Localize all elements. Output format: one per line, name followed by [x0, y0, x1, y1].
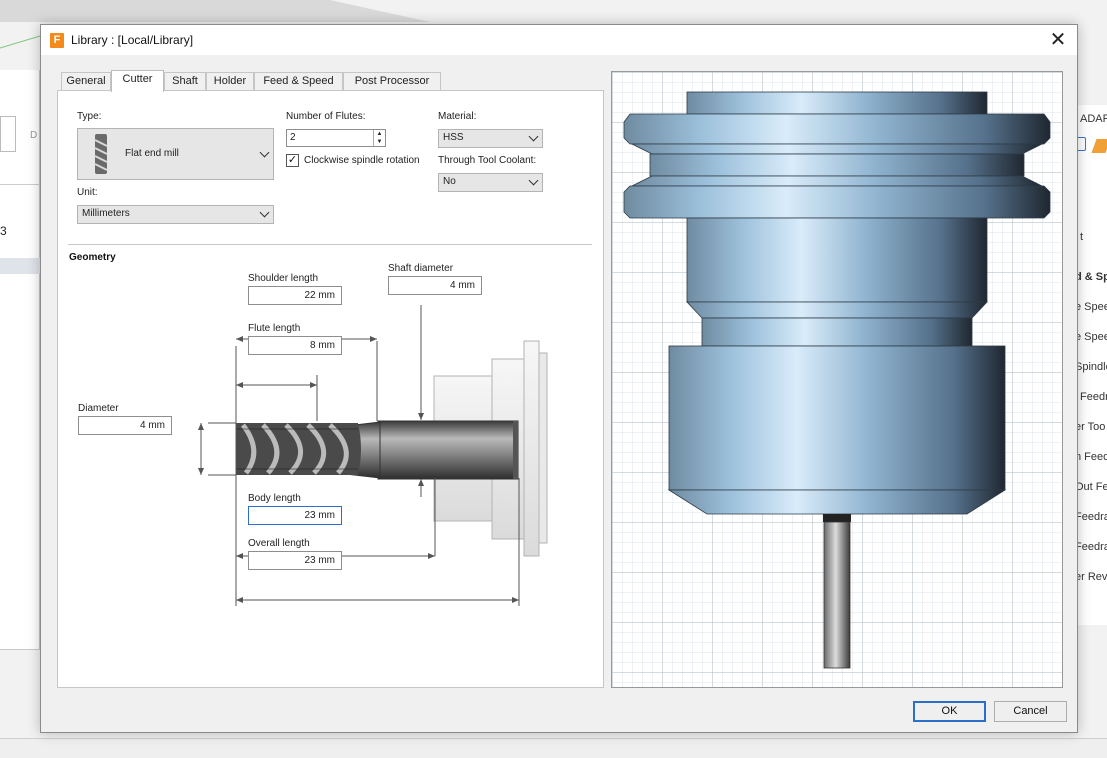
overall-length-field[interactable]: 23 mm — [248, 551, 342, 570]
background-input — [0, 116, 16, 152]
chevron-down-icon — [528, 175, 539, 186]
spin-down-icon[interactable]: ▼ — [374, 138, 385, 146]
background-right-item: ADAPTI — [1080, 113, 1107, 125]
tab-post-processor[interactable]: Post Processor — [343, 72, 441, 91]
diameter-label: Diameter — [78, 403, 119, 414]
section-divider — [68, 244, 592, 245]
cutter-model — [823, 521, 851, 669]
chevron-down-icon — [528, 131, 539, 142]
preview-canvas — [612, 72, 1062, 687]
background-right-item: n Feed — [1078, 451, 1107, 463]
background-right-panel: ADAPTI t d & Sp e Spee e Spee Spindle Fe… — [1077, 105, 1107, 625]
background-folder-icon — [1091, 139, 1107, 153]
clockwise-checkbox[interactable]: ✓ — [286, 154, 299, 167]
tool-holder-model — [623, 91, 1051, 515]
close-icon[interactable]: ✕ — [1045, 29, 1071, 51]
type-label: Type: — [77, 111, 102, 122]
material-label: Material: — [438, 111, 477, 122]
unit-select[interactable]: Millimeters — [77, 205, 274, 224]
flute-length-label: Flute length — [248, 323, 301, 334]
background-selected-row — [0, 258, 40, 274]
cutter-panel: Type: Flat end mill Unit: Millimeters Nu… — [57, 90, 604, 688]
flutes-value: 2 — [290, 132, 296, 143]
tab-cutter[interactable]: Cutter — [111, 70, 164, 92]
tool-flutes — [236, 423, 361, 475]
flutes-stepper[interactable]: 2 ▲ ▼ — [286, 129, 386, 147]
background-right-item: er Rev — [1077, 571, 1107, 583]
chevron-down-icon — [259, 147, 270, 158]
coolant-select-value: No — [443, 176, 456, 187]
type-select-value: Flat end mill — [125, 148, 179, 159]
ok-button[interactable]: OK — [913, 701, 986, 722]
background-right-item: er Too — [1077, 421, 1106, 433]
background-left-number: 3 — [0, 224, 7, 238]
background-right-item: Feedra — [1078, 541, 1107, 553]
shoulder-length-label: Shoulder length — [248, 273, 319, 284]
tool-shank — [377, 420, 519, 480]
tool-3d-preview[interactable] — [611, 71, 1063, 688]
chevron-down-icon — [259, 207, 270, 218]
shaft-diameter-label: Shaft diameter — [388, 263, 454, 274]
background-right-item: e Spee — [1078, 331, 1107, 343]
background-right-item: Spindle — [1078, 361, 1107, 373]
coolant-label: Through Tool Coolant: — [438, 155, 537, 166]
flat-end-mill-icon — [94, 134, 108, 174]
body-length-field[interactable]: 23 mm — [248, 506, 342, 525]
clockwise-label: Clockwise spindle rotation — [304, 155, 420, 166]
background-tool-icon — [1078, 137, 1086, 151]
background-right-item: Feedra — [1080, 391, 1107, 403]
tab-general[interactable]: General — [61, 72, 111, 91]
geometry-title: Geometry — [69, 252, 116, 263]
shaft-diameter-field[interactable]: 4 mm — [388, 276, 482, 295]
tab-feed-speed[interactable]: Feed & Speed — [254, 72, 343, 91]
collet-nut — [823, 514, 851, 522]
background-right-item: Feedra — [1078, 511, 1107, 523]
body-length-label: Body length — [248, 493, 301, 504]
overall-length-label: Overall length — [248, 538, 310, 549]
background-right-item: e Spee — [1078, 301, 1107, 313]
coolant-select[interactable]: No — [438, 173, 543, 192]
spin-up-icon[interactable]: ▲ — [374, 130, 385, 138]
library-dialog: F Library : [Local/Library] ✕ General Cu… — [40, 24, 1078, 733]
type-select[interactable]: Flat end mill — [77, 128, 274, 180]
shoulder-length-field[interactable]: 22 mm — [248, 286, 342, 305]
background-left-panel: D 3 — [0, 70, 40, 650]
background-status-bar — [0, 738, 1107, 758]
tab-holder[interactable]: Holder — [206, 72, 254, 91]
diameter-field[interactable]: 4 mm — [78, 416, 172, 435]
tab-shaft[interactable]: Shaft — [164, 72, 206, 91]
dialog-title: Library : [Local/Library] — [71, 33, 194, 47]
background-left-letter: D — [30, 130, 38, 141]
background-right-item: Out Fee — [1078, 481, 1107, 493]
material-select[interactable]: HSS — [438, 129, 543, 148]
unit-label: Unit: — [77, 187, 98, 198]
flute-length-field[interactable]: 8 mm — [248, 336, 342, 355]
background-right-item: t — [1080, 231, 1084, 243]
unit-select-value: Millimeters — [82, 208, 130, 219]
background-right-item: d & Sp — [1078, 271, 1107, 283]
flutes-label: Number of Flutes: — [286, 111, 366, 122]
material-select-value: HSS — [443, 132, 464, 143]
cancel-button[interactable]: Cancel — [994, 701, 1067, 722]
dialog-titlebar[interactable]: F Library : [Local/Library] ✕ — [41, 25, 1077, 55]
app-logo-icon: F — [50, 33, 64, 48]
